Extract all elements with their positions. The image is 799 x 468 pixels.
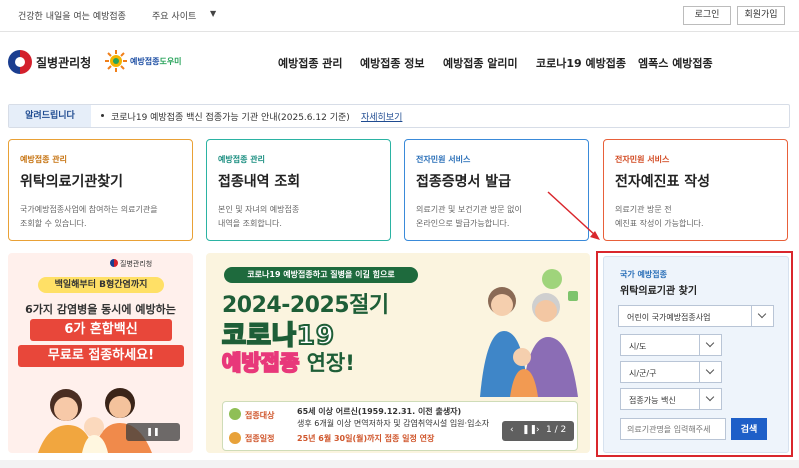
info-label: 접종일정 — [245, 434, 275, 443]
nav-covid19-vaccination[interactable]: 코로나19 예방접종 — [536, 55, 626, 71]
card-desc: 의료기관 방문 전 — [615, 205, 672, 214]
hexavalent-vaccine-banner[interactable]: 질병관리청 백일해부터 B형간염까지 6가지 감염병을 동시에 예방하는 6가 … — [8, 253, 193, 453]
banner-pill: 백일해부터 B형간염까지 — [38, 277, 164, 293]
nav-vaccination-info[interactable]: 예방접종 정보 — [360, 55, 425, 71]
vaccine-helper-logo-icon[interactable] — [104, 49, 128, 73]
banner-headline: 무료로 접종하세요! — [18, 345, 184, 367]
notice-more-link[interactable]: 자세히보기 — [361, 110, 402, 123]
join-button[interactable]: 회원가입 — [737, 6, 785, 25]
login-button[interactable]: 로그인 — [683, 6, 731, 25]
banner-slider-controls: ‹ ❚❚ › 1 / 2 — [502, 421, 574, 441]
card-category: 예방접종 관리 — [218, 155, 265, 164]
kdca-logo-icon[interactable] — [8, 50, 32, 74]
slogan: 건강한 내일을 여는 예방접종 — [18, 12, 126, 22]
info-text: 25년 6월 30일(월)까지 접종 일정 연장 — [297, 434, 435, 443]
footer-strip — [0, 460, 799, 468]
vaccine-helper-name[interactable]: 예방접종도우미 — [130, 56, 182, 67]
card-desc: 조회할 수 있습니다. — [20, 219, 87, 228]
card-e-questionnaire[interactable]: 전자민원 서비스 전자예진표 작성 의료기관 방문 전 예진표 작성이 가능합니… — [603, 139, 788, 241]
banner-pill: 코로나19 예방접종하고 질병을 이길 힘으로 — [224, 267, 418, 283]
next-icon[interactable]: › — [536, 425, 540, 435]
banner-headline: 6가 혼합백신 — [30, 319, 172, 341]
main-sites-select[interactable]: 주요 사이트 — [152, 9, 196, 22]
card-category: 예방접종 관리 — [20, 155, 67, 164]
card-category: 전자민원 서비스 — [416, 155, 471, 164]
card-desc: 내역을 조회합니다. — [218, 219, 282, 228]
card-title: 접종내역 조회 — [218, 174, 301, 190]
card-vaccination-history[interactable]: 예방접종 관리 접종내역 조회 본인 및 자녀의 예방접종 내역을 조회합니다. — [206, 139, 391, 241]
banner-pager: 1 / 2 — [546, 425, 567, 435]
banner-line: 6가지 감염병을 동시에 예방하는 — [25, 303, 176, 316]
card-desc: 의료기관 및 보건기관 방문 없이 — [416, 205, 522, 214]
card-desc: 온라인으로 발급가능합니다. — [416, 219, 510, 228]
bullet-icon — [101, 114, 104, 117]
info-text: 65세 이상 어르신(1959.12.31. 이전 출생자) — [297, 407, 462, 416]
highlight-box — [596, 251, 793, 457]
card-certificate[interactable]: 전자민원 서비스 접종증명서 발급 의료기관 및 보건기관 방문 없이 온라인으… — [404, 139, 589, 241]
nav-mpox-vaccination[interactable]: 엠폭스 예방접종 — [638, 55, 713, 71]
info-text: 생후 6개월 이상 면역저하자 및 감염취약시설 입원·입소자 — [297, 419, 490, 428]
family-illustration-icon — [480, 269, 578, 397]
info-label: 접종대상 — [245, 411, 275, 420]
banner-extension-title: 예방접종 연장! — [221, 350, 355, 376]
card-desc: 본인 및 자녀의 예방접종 — [218, 205, 300, 214]
covid19-extension-banner[interactable]: 코로나19 예방접종하고 질병을 이길 힘으로 2024-2025절기 코로나1… — [206, 253, 590, 453]
card-category: 전자민원 서비스 — [615, 155, 670, 164]
header: 질병관리청 예방접종도우미 예방접종 관리 예방접종 정보 예방접종 알리미 코… — [0, 32, 799, 92]
banner-pause-button[interactable]: ❚❚ — [126, 423, 180, 441]
nav-vaccination-alerts[interactable]: 예방접종 알리미 — [443, 55, 518, 71]
prev-icon[interactable]: ‹ — [510, 425, 514, 435]
target-icon — [229, 408, 241, 420]
card-find-clinic[interactable]: 예방접종 관리 위탁의료기관찾기 국가예방접종사업에 참여하는 의료기관을 조회… — [8, 139, 193, 241]
pause-icon[interactable]: ❚❚ — [522, 425, 537, 435]
notice-text[interactable]: 코로나19 예방접종 백신 접종가능 기관 안내(2025.6.12 기준) — [111, 110, 350, 123]
banner-logo-text: 질병관리청 — [120, 260, 153, 268]
family-illustration-icon — [38, 388, 152, 453]
card-title: 전자예진표 작성 — [615, 174, 711, 190]
card-desc: 국가예방접종사업에 참여하는 의료기관을 — [20, 205, 158, 214]
card-title: 위탁의료기관찾기 — [20, 174, 124, 190]
kdca-logo-icon — [110, 259, 118, 267]
calendar-icon — [229, 432, 241, 444]
agency-name[interactable]: 질병관리청 — [36, 54, 91, 71]
notice-tag: 알려드립니다 — [9, 105, 91, 127]
caret-down-icon[interactable]: ▼ — [210, 9, 216, 18]
card-title: 접종증명서 발급 — [416, 174, 512, 190]
nav-vaccination-management[interactable]: 예방접종 관리 — [278, 55, 343, 71]
utility-bar: 건강한 내일을 여는 예방접종 주요 사이트 ▼ 로그인 회원가입 — [0, 0, 799, 32]
notice-bar: 알려드립니다 코로나19 예방접종 백신 접종가능 기관 안내(2025.6.1… — [8, 104, 790, 128]
card-desc: 예진표 작성이 가능합니다. — [615, 219, 704, 228]
